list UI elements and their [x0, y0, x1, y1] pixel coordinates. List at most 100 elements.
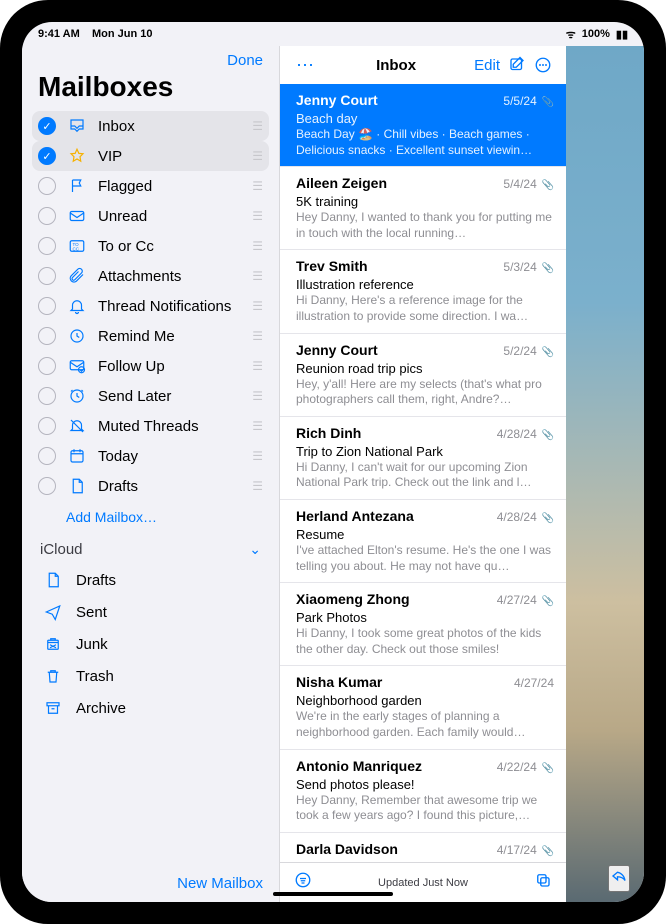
folder-drafts[interactable]: Drafts: [32, 564, 269, 596]
compose-button[interactable]: [504, 52, 530, 78]
checkbox-icon[interactable]: [38, 177, 56, 195]
message-row[interactable]: Jenny Court5/2/24 📎Reunion road trip pic…: [280, 334, 566, 417]
reorder-handle-icon[interactable]: ☰: [252, 479, 263, 493]
new-mailbox-button[interactable]: New Mailbox: [177, 875, 263, 892]
message-preview: Hey Danny, Remember that awesome trip we…: [296, 793, 554, 824]
battery-icon: ▮▮: [616, 28, 628, 41]
message-row[interactable]: Trev Smith5/3/24 📎Illustration reference…: [280, 250, 566, 333]
star-icon: [66, 147, 88, 165]
reorder-handle-icon[interactable]: ☰: [252, 209, 263, 223]
mailbox-list[interactable]: ✓Inbox☰✓VIP☰Flagged☰Unread☰TOCCTo or Cc☰…: [22, 111, 279, 865]
folder-junk[interactable]: Junk: [32, 628, 269, 660]
reorder-handle-icon[interactable]: ☰: [252, 179, 263, 193]
reorder-handle-icon[interactable]: ☰: [252, 389, 263, 403]
mailbox-item-send-later[interactable]: Send Later☰: [32, 381, 269, 411]
message-row[interactable]: Jenny Court5/5/24 📎Beach dayBeach Day 🏖️…: [280, 84, 566, 167]
checkbox-icon[interactable]: [38, 327, 56, 345]
status-right: ᯤ 100% ▮▮: [566, 27, 628, 42]
message-sender: Xiaomeng Zhong: [296, 591, 410, 607]
message-date: 4/27/24: [497, 593, 537, 607]
reorder-handle-icon[interactable]: ☰: [252, 359, 263, 373]
checkbox-icon[interactable]: [38, 297, 56, 315]
tocc-icon: TOCC: [66, 237, 88, 255]
message-list[interactable]: Jenny Court5/5/24 📎Beach dayBeach Day 🏖️…: [280, 84, 566, 862]
checkbox-icon[interactable]: [38, 417, 56, 435]
message-preview: Hi Danny, Here's a reference image for t…: [296, 293, 554, 324]
mailbox-item-attachments[interactable]: Attachments☰: [32, 261, 269, 291]
mailbox-label: Flagged: [98, 178, 242, 195]
mailbox-item-muted-threads[interactable]: Muted Threads ☰: [32, 411, 269, 441]
mailbox-label: Remind Me: [98, 328, 242, 345]
trash-icon: [42, 667, 64, 685]
folder-sent[interactable]: Sent: [32, 596, 269, 628]
message-date: 4/27/24: [514, 676, 554, 690]
home-indicator[interactable]: [273, 892, 393, 896]
message-row[interactable]: Aileen Zeigen5/4/24 📎5K trainingHey Dann…: [280, 167, 566, 250]
mailbox-item-vip[interactable]: ✓ VIP ☰: [32, 141, 269, 171]
message-date: 5/3/24: [503, 260, 536, 274]
multi-window-button[interactable]: [534, 871, 552, 894]
reorder-handle-icon[interactable]: ☰: [252, 299, 263, 313]
message-row[interactable]: Herland Antezana4/28/24 📎ResumeI've atta…: [280, 500, 566, 583]
folder-label: Archive: [76, 700, 126, 717]
sidebar-toggle-icon[interactable]: ⋯: [292, 52, 318, 78]
mailbox-item-remind-me[interactable]: Remind Me ☰: [32, 321, 269, 351]
checkbox-icon[interactable]: [38, 387, 56, 405]
message-date: 4/22/24: [497, 760, 537, 774]
checkbox-icon[interactable]: [38, 237, 56, 255]
checkbox-icon[interactable]: [38, 267, 56, 285]
checkbox-icon[interactable]: ✓: [38, 117, 56, 135]
checkbox-icon[interactable]: [38, 477, 56, 495]
mailbox-item-flagged[interactable]: Flagged ☰: [32, 171, 269, 201]
status-time: 9:41 AM: [38, 28, 80, 40]
checkbox-icon[interactable]: [38, 357, 56, 375]
checkbox-icon[interactable]: ✓: [38, 147, 56, 165]
svg-text:CC: CC: [73, 247, 80, 252]
edit-button[interactable]: Edit: [474, 57, 500, 74]
message-sender: Nisha Kumar: [296, 674, 382, 690]
message-row[interactable]: Nisha Kumar4/27/24Neighborhood gardenWe'…: [280, 666, 566, 749]
message-preview: Beach Day 🏖️ · Chill vibes · Beach games…: [296, 127, 554, 158]
reorder-handle-icon[interactable]: ☰: [252, 149, 263, 163]
message-row[interactable]: Antonio Manriquez4/22/24 📎Send photos pl…: [280, 750, 566, 833]
mailbox-label: VIP: [98, 148, 242, 165]
inbox-header: ⋯ Inbox Edit: [280, 46, 566, 84]
mailbox-item-follow-up[interactable]: Follow Up☰: [32, 351, 269, 381]
mailbox-item-inbox[interactable]: ✓Inbox☰: [32, 111, 269, 141]
more-icon[interactable]: [530, 52, 556, 78]
mailbox-item-to-or-cc[interactable]: TOCCTo or Cc☰: [32, 231, 269, 261]
message-date: 5/2/24: [503, 344, 536, 358]
reorder-handle-icon[interactable]: ☰: [252, 419, 263, 433]
reorder-handle-icon[interactable]: ☰: [252, 329, 263, 343]
mailbox-item-unread[interactable]: Unread☰: [32, 201, 269, 231]
inbox-title: Inbox: [318, 57, 474, 74]
paperclip-icon: 📎: [539, 763, 554, 774]
mailbox-item-drafts[interactable]: Drafts☰: [32, 471, 269, 501]
checkbox-icon[interactable]: [38, 447, 56, 465]
junk-icon: [42, 635, 64, 653]
mailbox-item-thread-notifications[interactable]: Thread Notifications☰: [32, 291, 269, 321]
filter-button[interactable]: [294, 871, 312, 894]
account-header[interactable]: iCloud⌄: [32, 535, 269, 564]
message-preview: Hey Danny, I wanted to thank you for put…: [296, 210, 554, 241]
update-status: Updated Just Now: [312, 877, 534, 889]
add-mailbox-button[interactable]: Add Mailbox…: [32, 501, 269, 535]
account-name: iCloud: [40, 541, 83, 558]
folder-archive[interactable]: Archive: [32, 692, 269, 724]
message-row[interactable]: Xiaomeng Zhong4/27/24 📎Park PhotosHi Dan…: [280, 583, 566, 666]
folder-label: Sent: [76, 604, 107, 621]
reorder-handle-icon[interactable]: ☰: [252, 269, 263, 283]
sent-icon: [42, 603, 64, 621]
reorder-handle-icon[interactable]: ☰: [252, 119, 263, 133]
reply-button[interactable]: [608, 865, 630, 892]
message-row[interactable]: Darla Davidson4/17/24 📎The best vacation…: [280, 833, 566, 862]
message-row[interactable]: Rich Dinh4/28/24 📎Trip to Zion National …: [280, 417, 566, 500]
checkbox-icon[interactable]: [38, 207, 56, 225]
message-date: 5/5/24: [503, 94, 536, 108]
done-button[interactable]: Done: [227, 52, 263, 69]
folder-trash[interactable]: Trash: [32, 660, 269, 692]
reorder-handle-icon[interactable]: ☰: [252, 239, 263, 253]
mailbox-item-today[interactable]: Today☰: [32, 441, 269, 471]
reorder-handle-icon[interactable]: ☰: [252, 449, 263, 463]
mailbox-label: Muted Threads: [98, 418, 242, 435]
